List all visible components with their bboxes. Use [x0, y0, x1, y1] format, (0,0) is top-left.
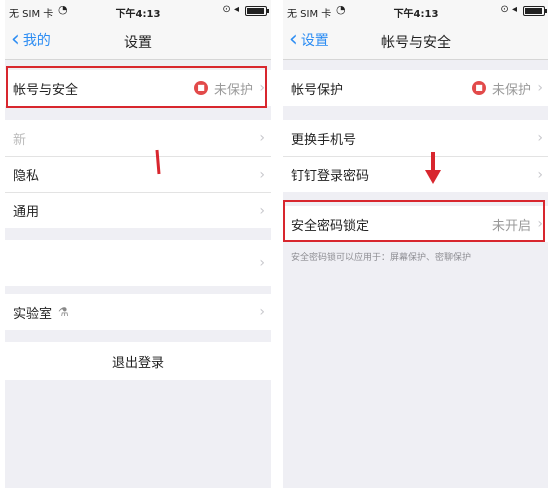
chevron-right-icon: ›	[259, 130, 265, 146]
row-privacy[interactable]: 隐私 ›	[5, 156, 271, 192]
nav-bar: ‹ 设置 帐号与安全	[283, 22, 548, 60]
chevron-right-icon: ›	[537, 130, 543, 146]
row-dingtalk-password[interactable]: 钉钉登录密码 ›	[283, 156, 548, 192]
flask-icon: ⚗	[58, 305, 69, 319]
status-indicators: ⊙ ◂	[500, 4, 517, 15]
status-bar: 无 SIM 卡 ◔ 下午4:13 ⊙ ◂	[283, 0, 548, 22]
page-title: 帐号与安全	[381, 35, 451, 51]
row-change-account[interactable]: 更换手机号 ›	[283, 120, 548, 156]
hint-text: 安全密码锁可以应用于：屏幕保护、密聊保护	[291, 253, 472, 263]
status-indicators: ⊙ ◂	[222, 4, 239, 15]
row-label: 帐号保护	[291, 82, 344, 98]
row-label: 钉钉登录密码	[291, 169, 370, 184]
row-label: 更换手机号	[291, 132, 357, 148]
row-blank[interactable]: ›	[5, 240, 271, 286]
logout-button[interactable]: 退出登录	[5, 342, 271, 380]
row-label: 通用	[13, 205, 40, 220]
status-bar: 无 SIM 卡 ◔ 下午4:13 ⊙ ◂	[5, 0, 271, 22]
row-lab[interactable]: 实验室 ⚗ ›	[5, 294, 271, 330]
chevron-right-icon: ›	[259, 304, 265, 320]
row-account-protection[interactable]: 帐号保护 ■ 未保护 ›	[283, 70, 548, 106]
chevron-right-icon: ›	[537, 80, 543, 96]
battery-icon	[523, 6, 547, 16]
chevron-right-icon: ›	[537, 166, 543, 183]
row-label: 隐私	[13, 169, 40, 184]
row-label: 实验室	[13, 306, 53, 322]
chevron-right-icon: ›	[259, 166, 265, 183]
arrow-down-icon	[425, 152, 441, 184]
row-general[interactable]: 通用 ›	[5, 192, 271, 228]
row-value: ■ 未保护	[471, 79, 531, 98]
chevron-right-icon: ›	[259, 202, 265, 219]
settings-screen: 无 SIM 卡 ◔ 下午4:13 ⊙ ◂ ‹ 我的 设置 帐号与安全 ■ 未保护…	[5, 0, 271, 488]
highlight-box	[6, 66, 267, 108]
row-label: 新	[13, 132, 27, 148]
row-new[interactable]: 新 ›	[5, 120, 271, 156]
red-stroke-mark	[155, 149, 161, 175]
highlight-box	[283, 200, 545, 242]
chevron-right-icon: ›	[259, 255, 265, 271]
page-title: 设置	[124, 35, 152, 51]
status-value: 未保护	[491, 82, 531, 98]
nav-bar: ‹ 我的 设置	[5, 22, 271, 60]
battery-icon	[245, 6, 269, 16]
account-security-screen: 无 SIM 卡 ◔ 下午4:13 ⊙ ◂ ‹ 设置 帐号与安全 帐号保护 ■ 未…	[283, 0, 548, 488]
lock-icon: ■	[471, 81, 486, 95]
logout-label: 退出登录	[111, 355, 164, 371]
